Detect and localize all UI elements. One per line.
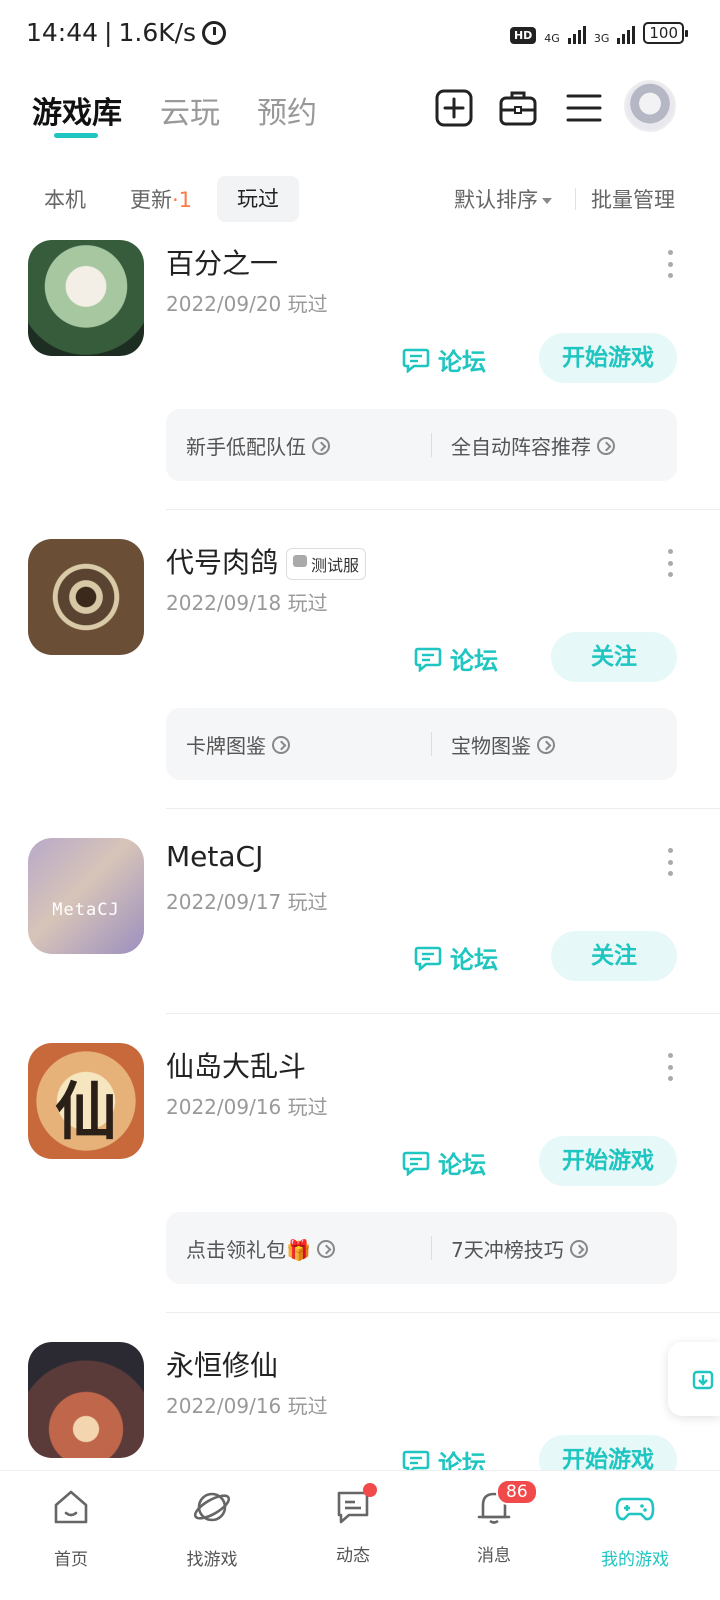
status-right: HD 4G 3G 100 [509,22,688,45]
tab-reservation[interactable]: 预约 [257,88,317,132]
forum-button[interactable]: 论坛 [402,1145,486,1180]
follow-button[interactable]: 关注 [551,632,677,682]
forum-button[interactable]: 论坛 [414,940,498,975]
start-game-button[interactable]: 开始游戏 [539,333,677,383]
follow-button[interactable]: 关注 [551,931,677,981]
divider [166,509,720,510]
filter-update[interactable]: 更新·1 [130,184,192,214]
arrow-right-icon [272,735,290,754]
forum-icon [402,348,430,373]
game-name[interactable]: 仙岛大乱斗 [166,1045,306,1085]
divider [166,808,720,809]
nav-home[interactable]: 首页 [16,1487,126,1570]
forum-icon [402,1151,430,1176]
caret-down-icon [542,198,552,204]
home-icon [54,1490,88,1524]
signal-icon-1 [567,24,586,44]
update-count: ·1 [172,188,193,212]
menu-icon[interactable] [564,88,604,128]
nav-my-games[interactable]: 我的游戏 [580,1487,690,1570]
link-item[interactable]: 7天冲榜技巧 [451,1234,588,1263]
nav-activity[interactable]: 动态 [298,1483,408,1566]
tab-cloud-play[interactable]: 云玩 [160,88,220,132]
status-divider: | [104,18,113,47]
game-name[interactable]: 代号肉鸽 测试服 [166,541,367,581]
game-links: 卡牌图鉴 宝物图鉴 [166,708,677,780]
nav-find-games[interactable]: 找游戏 [157,1487,267,1570]
test-server-tag: 测试服 [286,548,367,580]
status-left: 14:44 | 1.6K/s [26,18,227,47]
link-item[interactable]: 新手低配队伍 [186,431,330,460]
sim1-indicator: 4G [544,32,560,45]
net-speed: 1.6K/s [118,18,197,47]
hd-badge: HD [509,27,537,44]
user-avatar[interactable] [624,80,676,132]
icon-label: MetaCJ [52,900,120,920]
signal-icon-2 [617,24,636,44]
planet-icon [193,1492,231,1522]
status-time: 14:44 [26,18,99,47]
sim2-indicator: 3G [593,32,610,45]
bottom-nav: 首页 找游戏 动态 86 消息 我的游戏 [0,1470,720,1600]
forum-button[interactable]: 论坛 [414,641,498,676]
game-links: 点击领礼包🎁 7天冲榜技巧 [166,1212,677,1284]
message-count-badge: 86 [496,1479,538,1505]
divider [166,1312,720,1313]
download-icon [692,1370,714,1390]
game-icon[interactable] [28,240,144,356]
link-item[interactable]: 卡牌图鉴 [186,730,290,759]
game-date: 2022/09/18 玩过 [166,591,328,615]
arrow-right-icon [569,1239,588,1258]
arrow-right-icon [537,735,555,754]
game-date: 2022/09/17 玩过 [166,890,328,914]
gamepad-icon [615,1497,655,1521]
more-options-icon[interactable] [664,848,676,876]
game-name[interactable]: 百分之一 [166,242,278,282]
forum-icon [414,647,442,672]
game-icon[interactable] [28,539,144,655]
more-options-icon[interactable] [664,1053,676,1081]
filter-played[interactable]: 玩过 [217,176,299,222]
status-bar: 14:44 | 1.6K/s HD 4G 3G 100 [0,0,720,72]
filter-local[interactable]: 本机 [44,184,86,214]
code-icon [293,555,308,567]
forum-button[interactable]: 论坛 [402,342,486,377]
more-options-icon[interactable] [664,250,676,278]
filter-divider [575,188,576,210]
game-name[interactable]: MetaCJ [166,840,263,873]
game-list: 百分之一 2022/09/20 玩过 论坛 开始游戏 新手低配队伍 全自动阵容推… [0,230,720,1490]
game-name[interactable]: 永恒修仙 [166,1344,278,1384]
game-links: 新手低配队伍 全自动阵容推荐 [166,409,677,481]
batch-manage-button[interactable]: 批量管理 [591,184,675,214]
game-date: 2022/09/16 玩过 [166,1394,328,1418]
nav-messages[interactable]: 86 消息 [439,1479,549,1566]
battery-icon: 100 [643,22,688,44]
link-item[interactable]: 点击领礼包🎁 [186,1234,335,1263]
game-icon[interactable] [28,1342,144,1458]
link-item[interactable]: 全自动阵容推荐 [451,431,615,460]
game-icon[interactable]: MetaCJ [28,838,144,954]
add-icon[interactable] [434,88,474,128]
forum-icon [414,946,442,971]
icon-label: 仙 [54,1075,117,1148]
game-date: 2022/09/16 玩过 [166,1095,328,1119]
notification-dot [363,1483,377,1497]
start-game-button[interactable]: 开始游戏 [539,1136,677,1186]
divider [166,1013,720,1014]
arrow-right-icon [312,436,330,455]
tab-indicator [54,133,98,138]
link-item[interactable]: 宝物图鉴 [451,730,555,759]
arrow-right-icon [597,436,615,455]
sort-dropdown[interactable]: 默认排序 [454,184,552,214]
toolbox-icon[interactable] [498,88,538,128]
game-icon[interactable]: 仙 [28,1043,144,1159]
tab-game-library[interactable]: 游戏库 [32,88,122,132]
filter-bar: 本机 更新·1 玩过 默认排序 批量管理 [0,176,720,222]
header: 游戏库 云玩 预约 [0,80,720,144]
alarm-icon [202,20,227,45]
floating-download-button[interactable] [668,1342,720,1416]
arrow-right-icon [316,1239,335,1258]
more-options-icon[interactable] [664,549,676,577]
game-date: 2022/09/20 玩过 [166,292,328,316]
